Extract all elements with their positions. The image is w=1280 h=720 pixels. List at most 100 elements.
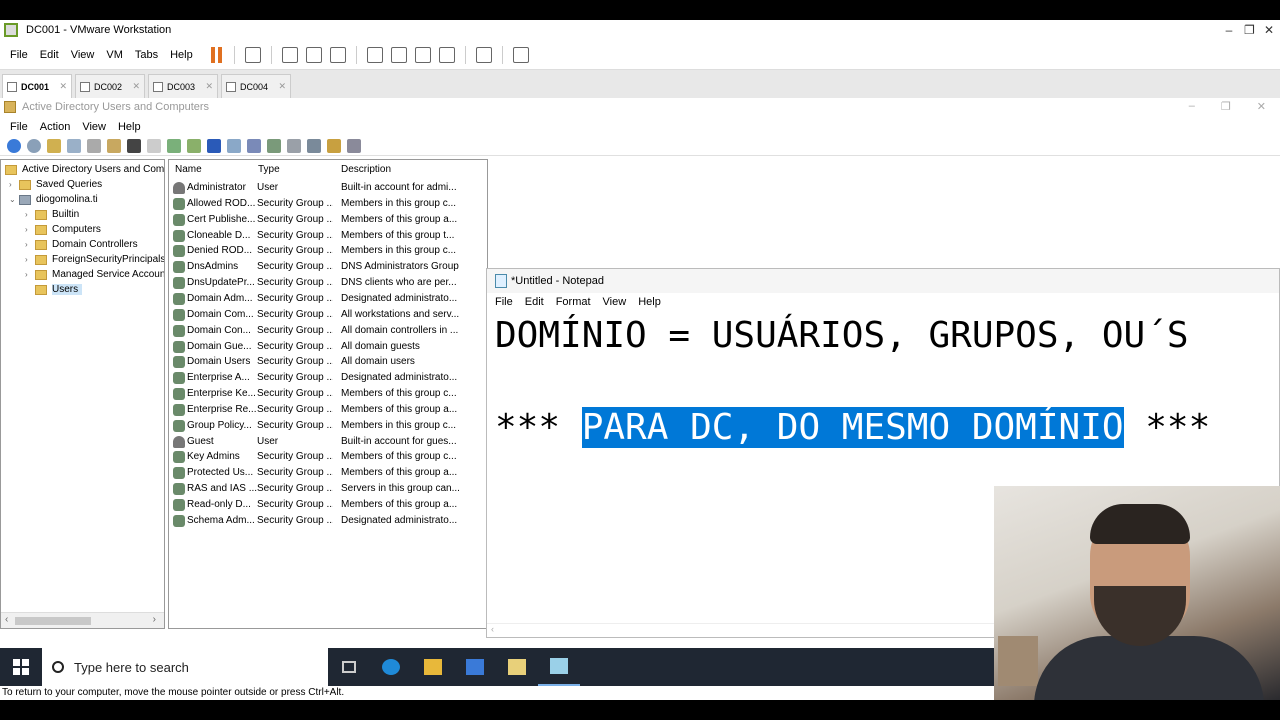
edge-icon[interactable] (370, 648, 412, 686)
notepad-line-1[interactable]: DOMÍNIO = USUÁRIOS, GRUPOS, OU´S (495, 313, 1189, 359)
column-header-description[interactable]: Description (341, 164, 391, 175)
help-icon[interactable] (207, 138, 221, 153)
tree-horizontal-scrollbar[interactable]: ‹ › (1, 612, 164, 628)
menu-file[interactable]: File (4, 49, 34, 61)
table-row[interactable]: Denied ROD... Security Group ... Members i… (169, 243, 469, 259)
menu-edit[interactable]: Edit (519, 296, 550, 308)
chevron-right-icon[interactable]: › (25, 255, 35, 264)
table-row[interactable]: DnsUpdatePr... Security Group ... DNS clie… (169, 275, 469, 291)
scroll-left-icon[interactable]: ‹ (491, 624, 494, 634)
close-icon[interactable]: ✕ (1257, 100, 1266, 113)
tree-computers[interactable]: › Computers (25, 222, 101, 237)
tree-domain[interactable]: ⌄ diogomolina.ti (9, 192, 98, 207)
minimize-icon[interactable]: – (1224, 23, 1234, 37)
pause-icon[interactable] (210, 46, 222, 63)
chevron-right-icon[interactable]: › (9, 180, 19, 189)
find-icon[interactable] (327, 138, 341, 153)
minimize-icon[interactable]: – (1189, 100, 1195, 113)
forward-icon[interactable] (27, 138, 41, 153)
tree-managed-service-accounts[interactable]: › Managed Service Accoun (25, 267, 164, 282)
close-icon[interactable]: ✕ (1264, 23, 1274, 37)
menu-edit[interactable]: Edit (34, 49, 65, 61)
tree-root[interactable]: Active Directory Users and Comp (5, 162, 164, 177)
scroll-right-icon[interactable]: › (153, 614, 156, 625)
new-user-icon[interactable] (247, 138, 261, 153)
tab-dc001[interactable]: DC001 ✕ (2, 74, 72, 98)
menu-format[interactable]: Format (550, 296, 597, 308)
table-row[interactable]: Allowed ROD... Security Group ... Members … (169, 196, 469, 212)
tree-foreign-security-principals[interactable]: › ForeignSecurityPrincipals (25, 252, 164, 267)
chevron-right-icon[interactable]: › (25, 240, 35, 249)
menu-tabs[interactable]: Tabs (129, 49, 164, 61)
task-view-icon[interactable] (328, 648, 370, 686)
stretch-icon[interactable] (512, 46, 529, 63)
table-row[interactable]: Group Policy... Security Group ... Members… (169, 418, 469, 434)
menu-help[interactable]: Help (164, 49, 199, 61)
new-ou-icon[interactable] (287, 138, 301, 153)
table-row[interactable]: Guest User Built-in account for gues... (169, 434, 469, 450)
table-row[interactable]: Enterprise A... Security Group ... Designa… (169, 370, 469, 386)
notepad-horizontal-scrollbar[interactable]: ‹ (487, 623, 995, 637)
column-header-type[interactable]: Type (258, 164, 280, 175)
export-icon[interactable] (187, 138, 201, 153)
tab-dc002[interactable]: DC002 ✕ (75, 74, 145, 98)
tab-dc003[interactable]: DC003 ✕ (148, 74, 218, 98)
close-icon[interactable]: ✕ (59, 81, 67, 92)
table-row[interactable]: Cert Publishe... Security Group ... Member… (169, 212, 469, 228)
add-to-group-icon[interactable] (347, 138, 361, 153)
delete-icon[interactable] (127, 138, 141, 153)
tree-builtin[interactable]: › Builtin (25, 207, 79, 222)
console-icon[interactable] (475, 46, 492, 63)
notepad-icon[interactable] (538, 648, 580, 686)
close-icon[interactable]: ✕ (278, 81, 286, 92)
close-icon[interactable]: ✕ (132, 81, 140, 92)
table-row[interactable]: Cloneable D... Security Group ... Members … (169, 228, 469, 244)
full-screen-icon[interactable] (414, 46, 431, 63)
table-row[interactable]: Domain Com... Security Group ... All works… (169, 307, 469, 323)
chevron-right-icon[interactable]: › (25, 210, 35, 219)
taskbar-search[interactable]: Type here to search (42, 648, 328, 686)
menu-view[interactable]: View (597, 296, 633, 308)
notepad-line-2[interactable]: *** PARA DC, DO MESMO DOMÍNIO *** (495, 405, 1210, 451)
server-manager-icon[interactable] (454, 648, 496, 686)
tree-saved-queries[interactable]: › Saved Queries (9, 177, 102, 192)
ad-users-icon[interactable] (496, 648, 538, 686)
restore-icon[interactable]: ❐ (1221, 100, 1231, 113)
menu-help[interactable]: Help (632, 296, 667, 308)
chevron-down-icon[interactable]: ⌄ (9, 195, 19, 204)
menu-vm[interactable]: VM (100, 49, 129, 61)
console-tree-icon[interactable] (227, 138, 241, 153)
menu-file[interactable]: File (489, 296, 519, 308)
menu-file[interactable]: File (4, 121, 34, 133)
start-button[interactable] (0, 648, 42, 686)
tab-dc004[interactable]: DC004 ✕ (221, 74, 291, 98)
tree-users[interactable]: Users (35, 282, 83, 297)
close-icon[interactable]: ✕ (205, 81, 213, 92)
file-explorer-icon[interactable] (412, 648, 454, 686)
chevron-right-icon[interactable]: › (25, 270, 35, 279)
library-icon[interactable] (366, 46, 383, 63)
menu-action[interactable]: Action (34, 121, 77, 133)
selected-text[interactable]: PARA DC, DO MESMO DOMÍNIO (581, 407, 1124, 448)
table-row[interactable]: Domain Users Security Group ... All domain… (169, 354, 469, 370)
revert-snapshot-icon[interactable] (305, 46, 322, 63)
back-icon[interactable] (7, 138, 21, 153)
table-row[interactable]: Domain Con... Security Group ... All domai… (169, 323, 469, 339)
unity-icon[interactable] (438, 46, 455, 63)
chevron-right-icon[interactable]: › (25, 225, 35, 234)
menu-help[interactable]: Help (112, 121, 147, 133)
table-row[interactable]: Domain Gue... Security Group ... All domai… (169, 339, 469, 355)
show-tree-icon[interactable] (67, 138, 81, 153)
up-icon[interactable] (47, 138, 61, 153)
scroll-thumb[interactable] (15, 617, 91, 625)
thumbnail-icon[interactable] (390, 46, 407, 63)
paste-icon[interactable] (107, 138, 121, 153)
tree-domain-controllers[interactable]: › Domain Controllers (25, 237, 138, 252)
table-row[interactable]: Schema Adm... Security Group ... Designate… (169, 513, 469, 529)
scroll-left-icon[interactable]: ‹ (5, 614, 8, 625)
menu-view[interactable]: View (76, 121, 112, 133)
filter-icon[interactable] (307, 138, 321, 153)
table-row[interactable]: Administrator User Built-in account for ad… (169, 180, 469, 196)
snapshot-icon[interactable] (281, 46, 298, 63)
cut-icon[interactable] (87, 138, 101, 153)
